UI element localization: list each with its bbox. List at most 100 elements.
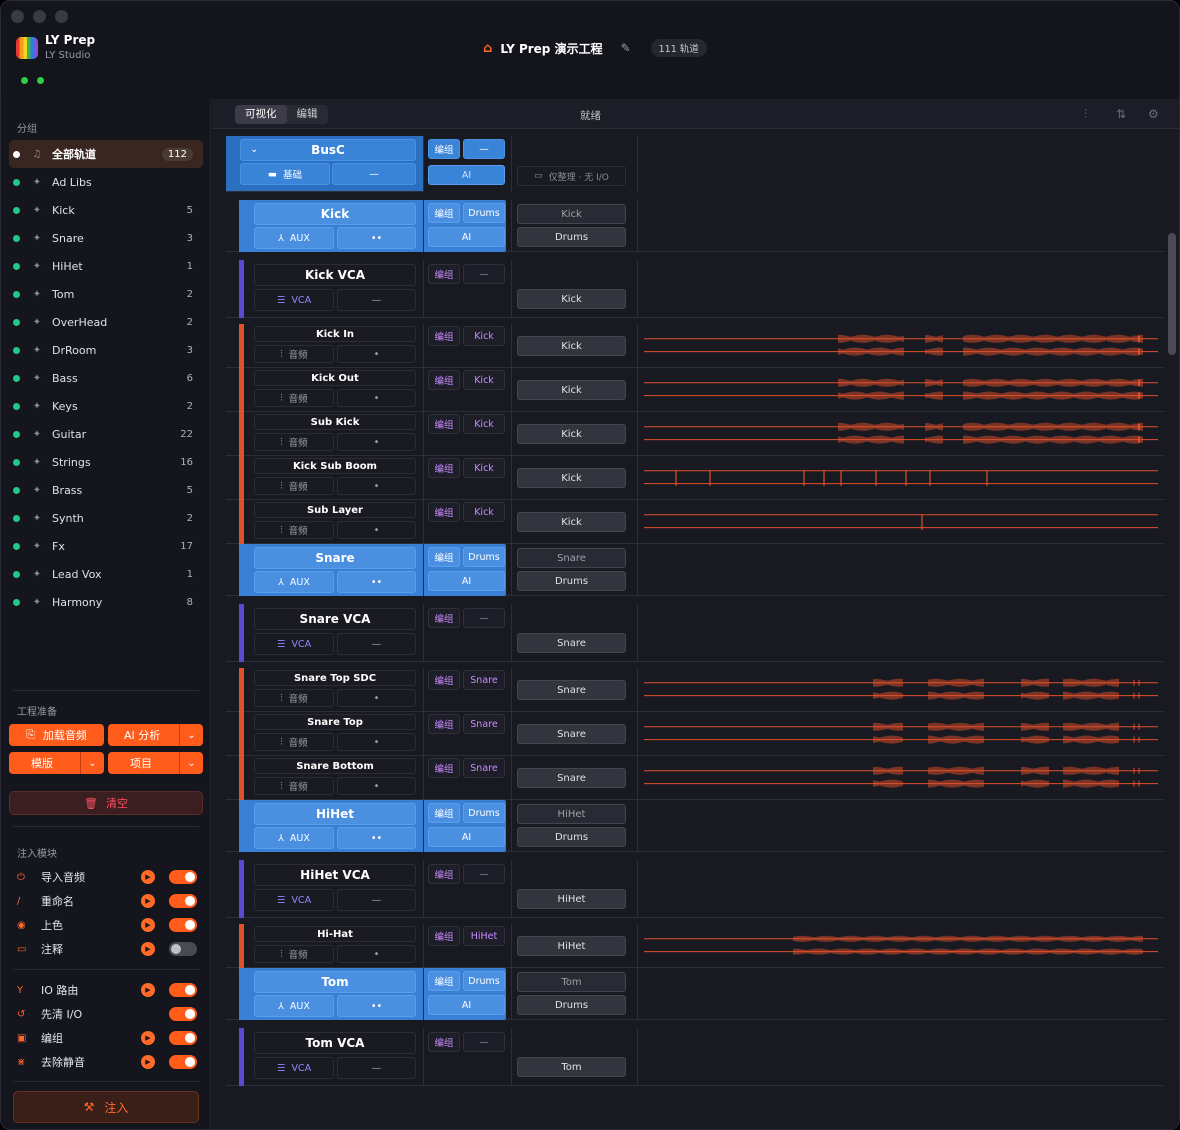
track-extra-chip[interactable]: • bbox=[337, 689, 416, 707]
track-extra-chip[interactable]: • bbox=[337, 477, 416, 495]
group-item[interactable]: ♫ 全部轨道 112 bbox=[9, 140, 203, 168]
track-row-vca[interactable]: Tom VCA ☰ VCA — 编组 — Tom bbox=[226, 1028, 1164, 1086]
io-input-chip[interactable]: Tom bbox=[517, 972, 626, 992]
track-row-audio[interactable]: Hi-Hat ⫶ 音频 • 编组 HiHet HiHet bbox=[226, 924, 1164, 968]
group-tag[interactable]: 编组 bbox=[428, 926, 460, 946]
io-output-chip[interactable]: Drums bbox=[517, 227, 626, 247]
group-item[interactable]: ✦ Guitar 22 bbox=[9, 420, 203, 448]
io-input-chip[interactable]: HiHet bbox=[517, 804, 626, 824]
track-extra-chip[interactable]: — bbox=[337, 289, 416, 311]
track-row-audio[interactable]: Kick Out ⫶ 音频 • 编组 Kick Kick bbox=[226, 368, 1164, 412]
io-input-chip[interactable]: Kick bbox=[517, 204, 626, 224]
io-output-chip[interactable]: Drums bbox=[517, 995, 626, 1015]
category-tag[interactable]: — bbox=[463, 139, 505, 159]
group-tag[interactable]: 编组 bbox=[428, 414, 460, 434]
track-extra-chip[interactable]: • bbox=[337, 433, 416, 451]
track-row-aux[interactable]: HiHet ⅄ AUX •• 编组 Drums AI HiHet Drums bbox=[226, 800, 1164, 852]
category-tag[interactable]: Kick bbox=[463, 502, 505, 522]
group-item[interactable]: ✦ Lead Vox 1 bbox=[9, 560, 203, 588]
tab-edit[interactable]: 编辑 bbox=[287, 105, 328, 124]
track-row-bus[interactable]: BusC ⌄ ▬ 基础 — 编组 — AI ▭ 仅整理 · 无 I/O bbox=[226, 136, 638, 192]
group-item[interactable]: ✦ DrRoom 3 bbox=[9, 336, 203, 364]
scrollbar-thumb[interactable] bbox=[1168, 233, 1176, 355]
group-tag[interactable]: 编组 bbox=[428, 370, 460, 390]
module-toggle[interactable] bbox=[169, 1055, 197, 1069]
module-toggle[interactable] bbox=[169, 894, 197, 908]
group-tag[interactable]: 编组 bbox=[428, 502, 460, 522]
track-row-aux[interactable]: Kick ⅄ AUX •• 编组 Drums AI Kick Drums bbox=[226, 200, 1164, 252]
category-tag[interactable]: Kick bbox=[463, 370, 505, 390]
track-row-vca[interactable]: Kick VCA ☰ VCA — 编组 — Kick bbox=[226, 260, 1164, 318]
io-input-chip[interactable]: Snare bbox=[517, 548, 626, 568]
category-tag[interactable]: Snare bbox=[463, 714, 505, 734]
play-icon[interactable]: ▶ bbox=[141, 894, 155, 908]
module-toggle[interactable] bbox=[169, 983, 197, 997]
track-extra-chip[interactable]: — bbox=[337, 889, 416, 911]
play-icon[interactable]: ▶ bbox=[141, 983, 155, 997]
group-tag[interactable]: 编组 bbox=[428, 458, 460, 478]
track-row-audio[interactable]: Sub Layer ⫶ 音频 • 编组 Kick Kick bbox=[226, 500, 1164, 544]
zoom-window-button[interactable] bbox=[55, 10, 68, 23]
track-row-audio[interactable]: Sub Kick ⫶ 音频 • 编组 Kick Kick bbox=[226, 412, 1164, 456]
chevron-down-icon[interactable]: ⌄ bbox=[80, 752, 104, 774]
group-item[interactable]: ✦ HiHet 1 bbox=[9, 252, 203, 280]
group-tag[interactable]: 编组 bbox=[428, 714, 460, 734]
tab-visual[interactable]: 可视化 bbox=[235, 105, 287, 124]
category-tag[interactable]: Drums bbox=[463, 803, 505, 823]
group-item[interactable]: ✦ Harmony 8 bbox=[9, 588, 203, 616]
load-audio-button[interactable]: ⎘ 加载音频 bbox=[9, 724, 104, 746]
module-toggle[interactable] bbox=[169, 1007, 197, 1021]
track-row-audio[interactable]: Snare Top SDC ⫶ 音频 • 编组 Snare Snare bbox=[226, 668, 1164, 712]
category-tag[interactable]: HiHet bbox=[463, 926, 505, 946]
category-tag[interactable]: — bbox=[463, 264, 505, 284]
play-icon[interactable]: ▶ bbox=[141, 870, 155, 884]
track-extra-chip[interactable]: • bbox=[337, 521, 416, 539]
category-tag[interactable]: Drums bbox=[463, 547, 505, 567]
track-row-audio[interactable]: Kick In ⫶ 音频 • 编组 Kick Kick bbox=[226, 324, 1164, 368]
module-toggle[interactable] bbox=[169, 870, 197, 884]
group-item[interactable]: ✦ Keys 2 bbox=[9, 392, 203, 420]
io-output-chip[interactable]: Kick bbox=[517, 424, 626, 444]
ai-tag[interactable]: AI bbox=[428, 827, 505, 847]
group-tag[interactable]: 编组 bbox=[428, 670, 460, 690]
group-tag[interactable]: 编组 bbox=[428, 139, 460, 159]
category-tag[interactable]: Snare bbox=[463, 670, 505, 690]
category-tag[interactable]: — bbox=[463, 1032, 505, 1052]
io-output-chip[interactable]: Kick bbox=[517, 380, 626, 400]
group-tag[interactable]: 编组 bbox=[428, 264, 460, 284]
io-output-chip[interactable]: HiHet bbox=[517, 889, 626, 909]
play-icon[interactable]: ▶ bbox=[141, 1055, 155, 1069]
group-item[interactable]: ✦ Synth 2 bbox=[9, 504, 203, 532]
group-item[interactable]: ✦ Strings 16 bbox=[9, 448, 203, 476]
io-output-chip[interactable]: Tom bbox=[517, 1057, 626, 1077]
group-item[interactable]: ✦ Tom 2 bbox=[9, 280, 203, 308]
group-item[interactable]: ✦ Kick 5 bbox=[9, 196, 203, 224]
group-tag[interactable]: 编组 bbox=[428, 864, 460, 884]
category-tag[interactable]: Kick bbox=[463, 414, 505, 434]
track-row-audio[interactable]: Snare Bottom ⫶ 音频 • 编组 Snare Snare bbox=[226, 756, 1164, 800]
category-tag[interactable]: Snare bbox=[463, 758, 505, 778]
category-tag[interactable]: Kick bbox=[463, 458, 505, 478]
group-item[interactable]: ✦ OverHead 2 bbox=[9, 308, 203, 336]
track-extra-chip[interactable]: — bbox=[332, 163, 416, 185]
group-item[interactable]: ✦ Snare 3 bbox=[9, 224, 203, 252]
io-output-chip[interactable]: Kick bbox=[517, 512, 626, 532]
track-extra-chip[interactable]: • bbox=[337, 777, 416, 795]
waveform-icon[interactable]: ⫶ bbox=[1084, 107, 1087, 122]
category-tag[interactable]: Drums bbox=[463, 203, 505, 223]
module-toggle[interactable] bbox=[169, 1031, 197, 1045]
io-output-chip[interactable]: Snare bbox=[517, 724, 626, 744]
io-output-chip[interactable]: Snare bbox=[517, 633, 626, 653]
track-row-audio[interactable]: Snare Top ⫶ 音频 • 编组 Snare Snare bbox=[226, 712, 1164, 756]
sort-icon[interactable]: ⇅ bbox=[1116, 107, 1126, 121]
gear-icon[interactable]: ⚙ bbox=[1148, 107, 1159, 121]
group-tag[interactable]: 编组 bbox=[428, 971, 460, 991]
track-row-aux[interactable]: Snare ⅄ AUX •• 编组 Drums AI Snare Drums bbox=[226, 544, 1164, 596]
io-output-chip[interactable]: Kick bbox=[517, 468, 626, 488]
track-extra-chip[interactable]: • bbox=[337, 345, 416, 363]
play-icon[interactable]: ▶ bbox=[141, 1031, 155, 1045]
category-tag[interactable]: — bbox=[463, 864, 505, 884]
group-item[interactable]: ✦ Ad Libs bbox=[9, 168, 203, 196]
group-tag[interactable]: 编组 bbox=[428, 608, 460, 628]
group-item[interactable]: ✦ Bass 6 bbox=[9, 364, 203, 392]
